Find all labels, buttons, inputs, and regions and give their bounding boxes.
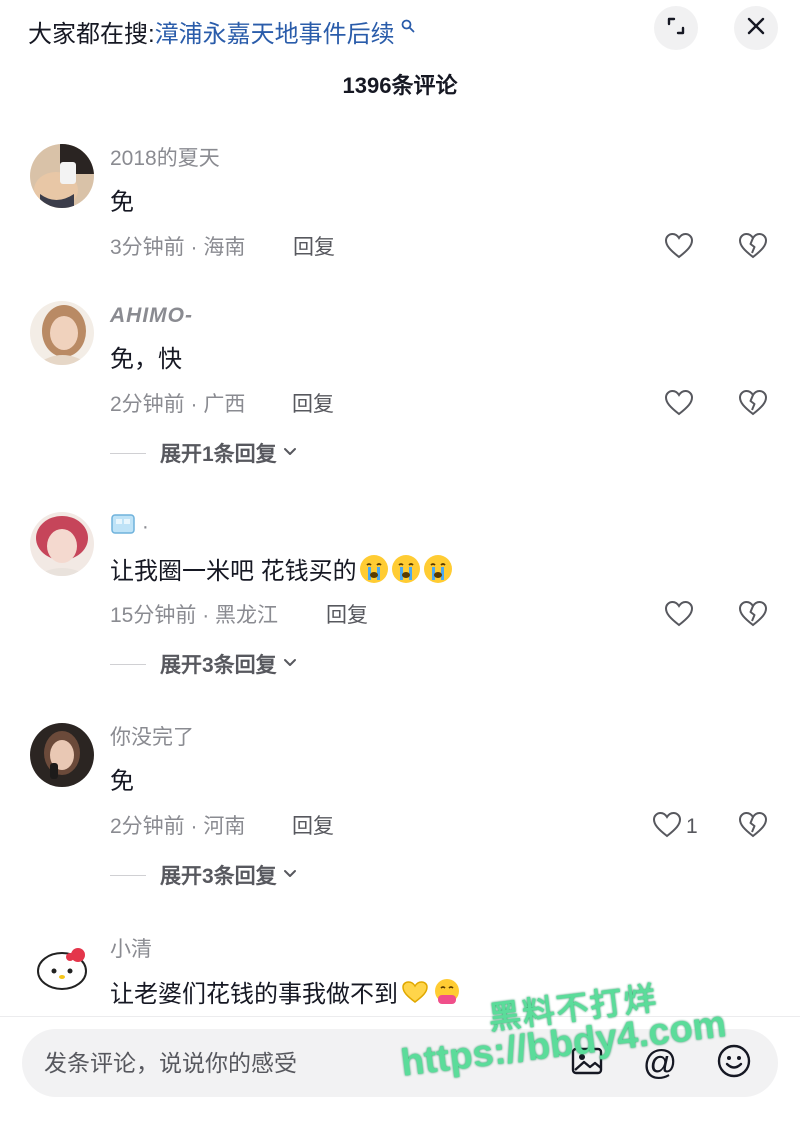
expand-replies-button[interactable]: 展开1条回复 [110,437,297,469]
expand-replies-button[interactable]: 展开3条回复 [110,648,297,680]
mention-button[interactable]: @ [640,1043,680,1083]
expand-button[interactable] [654,6,698,50]
comment-text-body: 让老婆们花钱的事我做不到 [110,981,398,1008]
comment-meta: 15分钟前 · 黑龙江 [110,604,279,627]
expand-replies-button[interactable]: 展开3条回复 [110,859,297,891]
divider [110,874,146,876]
comment-username[interactable]: AHIMO- [110,301,193,331]
chevron-down-icon [283,444,297,462]
expand-replies-label: 展开1条回复 [160,443,277,466]
search-icon [397,19,415,37]
comment-text: 免 [110,189,134,216]
broken-heart-icon [738,232,768,265]
trending-search-term[interactable]: 漳浦永嘉天地事件后续 [155,21,395,48]
comment-username-text: · [141,515,149,538]
dislike-button[interactable] [738,811,768,843]
reply-button[interactable]: 回复 [292,389,334,421]
avatar[interactable] [30,144,94,208]
comment-text: 免 [110,768,134,795]
comment-text: 让老婆们花钱的事我做不到 [110,977,462,1012]
like-button[interactable] [664,232,694,264]
divider [110,452,146,454]
trending-search-hint[interactable]: 大家都在搜:漳浦永嘉天地事件后续 [28,12,415,52]
expand-replies-label: 展开3条回复 [160,865,277,888]
like-button[interactable] [664,600,694,632]
broken-heart-icon [738,811,768,844]
comment-text: 免，快 [110,346,182,373]
dislike-button[interactable] [738,600,768,632]
hugging-emoji-icon [432,977,462,1007]
image-button[interactable] [568,1043,608,1083]
close-button[interactable] [734,6,778,50]
reply-button[interactable]: 回复 [292,811,334,843]
comment-text: 让我圈一米吧 花钱买的 [110,554,453,589]
avatar[interactable] [30,723,94,787]
expand-icon [665,15,687,42]
heart-outline-icon [664,600,694,633]
chevron-down-icon [283,655,297,673]
trending-search-prefix: 大家都在搜: [28,21,155,48]
comment-count-title: 1396条评论 [342,73,458,98]
broken-heart-icon [738,600,768,633]
close-icon [745,15,767,42]
comment-input[interactable]: 发条评论，说说你的感受 @ [22,1029,778,1097]
comment-username[interactable]: 你没完了 [110,723,194,753]
comment-username[interactable]: 小清 [110,935,152,965]
like-button[interactable] [664,389,694,421]
like-count: 1 [686,815,698,838]
comment-input-placeholder: 发条评论，说说你的感受 [44,1050,297,1076]
broken-heart-icon [738,389,768,422]
comment-meta: 2分钟前 · 广西 [110,393,246,416]
comment-username[interactable]: 2018的夏天 [110,144,220,174]
avatar[interactable] [30,935,94,999]
heart-outline-icon [664,232,694,265]
emoji-button[interactable] [714,1043,754,1083]
divider [110,663,146,665]
top-bar: 大家都在搜:漳浦永嘉天地事件后续 [0,0,800,60]
crying-emoji-icon [423,554,453,584]
comment-username[interactable]: · [110,512,149,542]
dislike-button[interactable] [738,232,768,264]
reply-button[interactable]: 回复 [326,600,368,632]
comment-text-body: 让我圈一米吧 花钱买的 [110,558,357,585]
avatar[interactable] [30,512,94,576]
heart-hands-emoji-icon [400,977,430,1007]
dislike-button[interactable] [738,389,768,421]
avatar[interactable] [30,301,94,365]
crying-emoji-icon [391,554,421,584]
ice-cube-icon [110,514,142,538]
expand-replies-label: 展开3条回复 [160,654,277,677]
reply-button[interactable]: 回复 [293,232,335,264]
like-button[interactable]: 1 [652,811,698,843]
smiley-icon [716,1043,752,1084]
heart-outline-icon [664,389,694,422]
comment-meta: 3分钟前 · 海南 [110,236,246,259]
image-icon [571,1046,605,1081]
crying-emoji-icon [359,554,389,584]
comment-input-bar: 发条评论，说说你的感受 @ [0,1016,800,1130]
comment-meta: 2分钟前 · 河南 [110,815,246,838]
chevron-down-icon [283,866,297,884]
heart-outline-icon [652,811,682,844]
